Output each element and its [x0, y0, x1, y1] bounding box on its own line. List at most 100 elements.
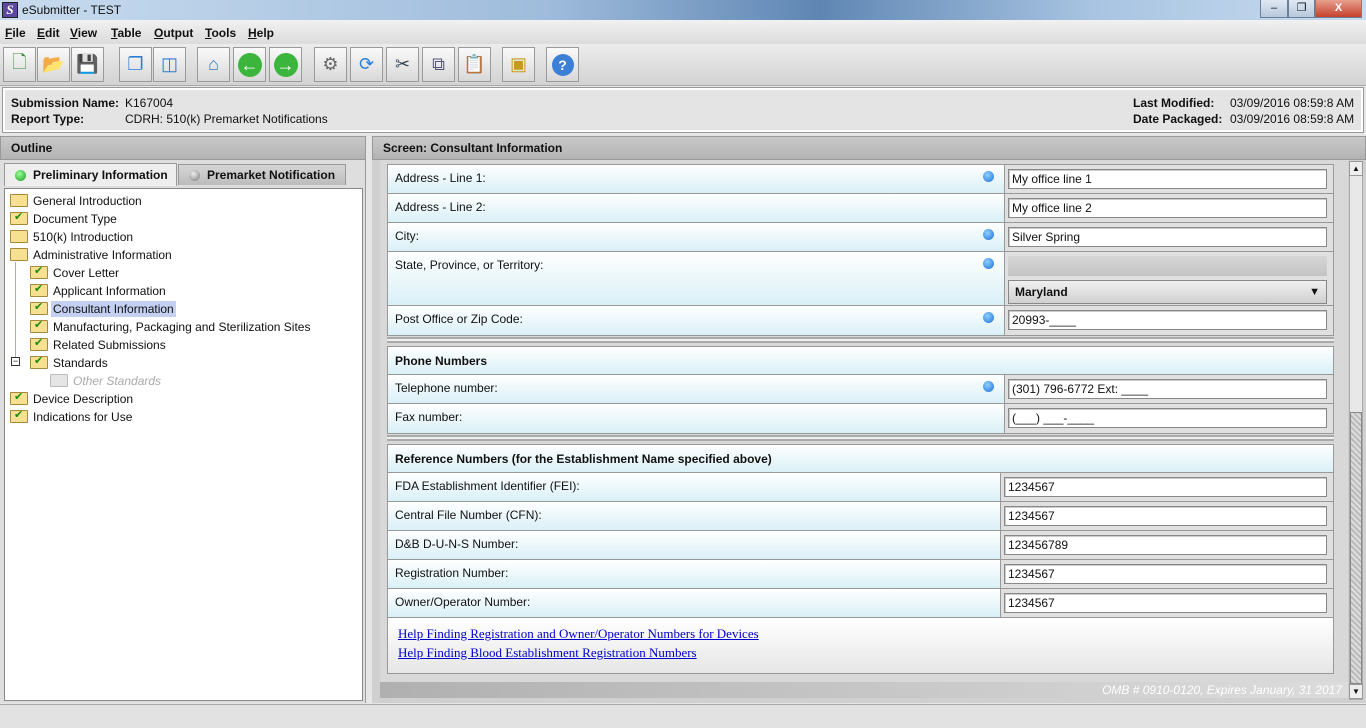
- tab-preliminary-information[interactable]: Preliminary Information: [4, 163, 177, 186]
- reference-number-input[interactable]: 1234567: [1004, 477, 1327, 497]
- back-arrow-icon: ←: [237, 52, 262, 77]
- minimize-button[interactable]: –: [1260, 0, 1288, 18]
- form-row-reference: Owner/Operator Number: 1234567: [388, 589, 1333, 618]
- paste-button[interactable]: 📋: [458, 47, 491, 82]
- app-icon: S: [2, 2, 18, 18]
- open-button[interactable]: 📂: [37, 47, 70, 82]
- field-label: State, Province, or Territory:: [395, 258, 544, 272]
- field-label: Telephone number:: [395, 381, 498, 395]
- menu-view[interactable]: View: [70, 26, 97, 40]
- menu-file[interactable]: File: [5, 26, 26, 40]
- run-button[interactable]: ⚙: [314, 47, 347, 82]
- package-button[interactable]: ▣: [502, 47, 535, 82]
- field-label: Registration Number:: [395, 566, 509, 580]
- outline-item-label: Administrative Information: [33, 247, 172, 262]
- restore-button[interactable]: ❐: [1288, 0, 1315, 18]
- forward-button[interactable]: →: [269, 47, 302, 82]
- address-line-1-input[interactable]: My office line 1: [1008, 169, 1327, 189]
- back-button[interactable]: ←: [233, 47, 266, 82]
- outline-item[interactable]: Manufacturing, Packaging and Sterilizati…: [30, 318, 312, 335]
- form-row-reference: Registration Number: 1234567: [388, 560, 1333, 589]
- reference-number-input[interactable]: 1234567: [1004, 593, 1327, 613]
- checked-folder-icon: [30, 300, 48, 315]
- outline-header: Outline: [0, 136, 366, 160]
- outline-item[interactable]: Device Description: [10, 390, 135, 407]
- help-link-registration-numbers[interactable]: Help Finding Registration and Owner/Oper…: [398, 626, 759, 641]
- help-links: Help Finding Registration and Owner/Oper…: [388, 618, 1333, 673]
- cut-icon: ✂: [394, 54, 411, 74]
- required-indicator-icon: [983, 258, 994, 269]
- outline-item-label: Device Description: [33, 391, 134, 406]
- reference-number-input[interactable]: 1234567: [1004, 564, 1327, 584]
- scrollbar-thumb[interactable]: [1350, 412, 1362, 684]
- outline-item-label: Manufacturing, Packaging and Sterilizati…: [53, 319, 311, 334]
- checked-folder-icon: [30, 354, 48, 369]
- help-link-blood-establishment[interactable]: Help Finding Blood Establishment Registr…: [398, 645, 697, 660]
- tab-premarket-notification[interactable]: Premarket Notification: [178, 164, 346, 185]
- collapse-toggle-icon[interactable]: −: [11, 357, 20, 366]
- new-document-button[interactable]: 🗋: [3, 47, 36, 82]
- fax-input[interactable]: (___) ___-____: [1008, 408, 1327, 428]
- copy-icon: ⧉: [432, 54, 445, 74]
- address-line-2-input[interactable]: My office line 2: [1008, 198, 1327, 218]
- address-section: Address - Line 1: My office line 1 Addres…: [387, 164, 1334, 336]
- outline-item[interactable]: Related Submissions: [30, 336, 168, 353]
- field-label: FDA Establishment Identifier (FEI):: [395, 479, 580, 493]
- outline-item-label: 510(k) Introduction: [33, 229, 134, 244]
- outline-item[interactable]: Indications for Use: [10, 408, 134, 425]
- run-gears-icon: ⚙: [322, 54, 339, 74]
- field-label: D&B D-U-N-S Number:: [395, 537, 519, 551]
- copy-button[interactable]: ⧉: [422, 47, 455, 82]
- outline-item: Other Standards: [50, 372, 163, 389]
- outline-item[interactable]: Cover Letter: [30, 264, 121, 281]
- outline-item[interactable]: 510(k) Introduction: [10, 228, 135, 245]
- outline-item[interactable]: General Introduction: [10, 192, 144, 209]
- field-label: City:: [395, 229, 419, 243]
- menu-output[interactable]: Output: [154, 26, 193, 40]
- submission-name-label: Submission Name:: [11, 96, 120, 110]
- reference-number-input[interactable]: 123456789: [1004, 535, 1327, 555]
- forward-arrow-icon: →: [273, 52, 298, 77]
- scroll-down-arrow-icon[interactable]: ▼: [1349, 684, 1363, 699]
- date-packaged-value: 03/09/2016 08:59:8 AM: [1230, 112, 1355, 126]
- checked-folder-icon: [10, 408, 28, 423]
- outline-item-label: Cover Letter: [53, 265, 120, 280]
- home-button[interactable]: ⌂: [197, 47, 230, 82]
- cut-button[interactable]: ✂: [386, 47, 419, 82]
- zip-code-input[interactable]: 20993-____: [1008, 310, 1327, 330]
- outline-item[interactable]: Consultant Information: [30, 300, 176, 317]
- menu-tools[interactable]: Tools: [205, 26, 236, 40]
- scroll-up-arrow-icon[interactable]: ▲: [1349, 161, 1363, 176]
- telephone-input[interactable]: (301) 796-6772 Ext: ____: [1008, 379, 1327, 399]
- outline-item[interactable]: Applicant Information: [30, 282, 168, 299]
- cascade-windows-button[interactable]: ❐: [119, 47, 152, 82]
- menu-edit[interactable]: Edit: [37, 26, 60, 40]
- status-dot-icon: [15, 169, 26, 181]
- field-label: Address - Line 2:: [395, 200, 486, 214]
- folder-icon: [10, 248, 28, 261]
- form-row-city: City: Silver Spring: [388, 223, 1333, 252]
- state-dropdown[interactable]: Maryland ▼: [1008, 280, 1327, 304]
- menu-help[interactable]: Help: [248, 26, 274, 40]
- report-type-value: CDRH: 510(k) Premarket Notifications: [125, 112, 328, 126]
- required-indicator-icon: [983, 229, 994, 240]
- outline-item-label: Related Submissions: [53, 337, 166, 352]
- outline-item[interactable]: Document Type: [10, 210, 119, 227]
- field-label: Fax number:: [395, 410, 463, 424]
- reference-number-input[interactable]: 1234567: [1004, 506, 1327, 526]
- close-button[interactable]: X: [1315, 0, 1362, 18]
- outline-item[interactable]: Standards: [30, 354, 110, 371]
- status-bar: [0, 704, 1366, 728]
- state-selected-value: Maryland: [1015, 285, 1068, 299]
- paste-icon: 📋: [463, 54, 486, 74]
- help-button[interactable]: ?: [546, 47, 579, 82]
- field-label: Address - Line 1:: [395, 171, 486, 185]
- tile-windows-button[interactable]: ◫: [153, 47, 186, 82]
- city-input[interactable]: Silver Spring: [1008, 227, 1327, 247]
- save-button[interactable]: 💾: [71, 47, 104, 82]
- menu-table[interactable]: Table: [111, 26, 141, 40]
- date-packaged-label: Date Packaged:: [1133, 112, 1223, 126]
- outline-item[interactable]: Administrative Information: [10, 246, 174, 263]
- refresh-button[interactable]: ⟳: [350, 47, 383, 82]
- home-icon: ⌂: [208, 54, 219, 74]
